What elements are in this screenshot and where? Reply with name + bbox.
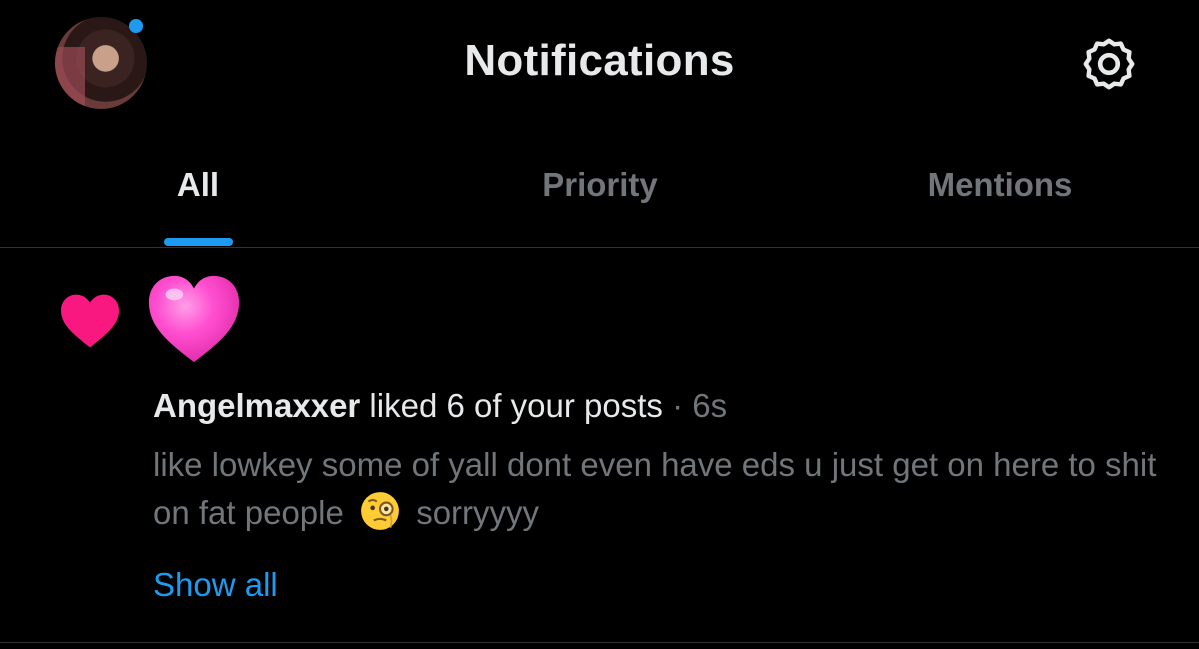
header: Notifications xyxy=(0,0,1199,130)
post-text: like lowkey some of yall dont even have … xyxy=(153,446,1157,531)
gear-icon xyxy=(1083,38,1135,90)
notification-item[interactable]: Angelmaxxer liked 6 of your posts · 6s l… xyxy=(0,248,1199,643)
settings-button[interactable] xyxy=(1078,33,1140,95)
face-with-monocle-icon xyxy=(361,492,399,530)
tab-priority[interactable]: Priority xyxy=(400,150,800,247)
tab-all[interactable]: All xyxy=(0,150,396,247)
show-all-link[interactable]: Show all xyxy=(153,566,278,604)
active-tab-indicator xyxy=(164,238,233,246)
tab-mentions[interactable]: Mentions xyxy=(800,150,1199,247)
heart-icon xyxy=(61,294,119,348)
notification-summary: Angelmaxxer liked 6 of your posts · 6s xyxy=(153,387,727,425)
notification-timestamp: 6s xyxy=(692,387,728,424)
notification-tabs: All Priority Mentions xyxy=(0,150,1199,248)
notification-separator: · xyxy=(662,387,693,424)
notification-post-preview: like lowkey some of yall dont even have … xyxy=(153,441,1183,537)
page-title: Notifications xyxy=(464,36,735,85)
unread-indicator-dot xyxy=(129,19,143,33)
post-text-continued: sorryyyy xyxy=(416,494,540,531)
notification-action: liked 6 of your posts xyxy=(360,387,663,424)
liker-avatar[interactable] xyxy=(145,270,243,368)
notification-username[interactable]: Angelmaxxer xyxy=(153,387,360,424)
